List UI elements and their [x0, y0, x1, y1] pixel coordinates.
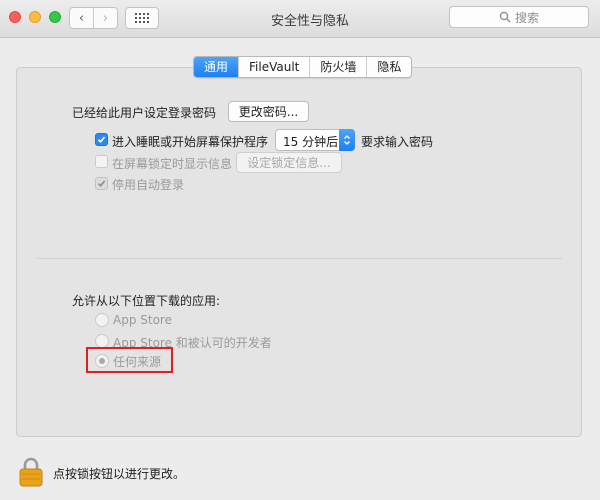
password-delay-select[interactable]: 15 分钟后 [275, 129, 355, 151]
close-window-button[interactable] [9, 11, 21, 23]
disable-auto-login-checkbox[interactable] [95, 177, 108, 190]
radio-app-store-label: App Store [113, 313, 172, 327]
highlight-box [86, 347, 173, 373]
require-password-label: 进入睡眠或开始屏幕保护程序 [112, 135, 269, 149]
radio-identified-developers[interactable] [95, 334, 109, 348]
password-delay-value: 15 分钟后 [283, 135, 339, 149]
back-button[interactable]: ‹ [70, 8, 94, 28]
show-message-checkbox[interactable] [95, 155, 108, 168]
search-placeholder: 搜索 [514, 10, 539, 25]
tab-bar: 通用 FileVault 防火墙 隐私 [193, 56, 413, 78]
tab-general[interactable]: 通用 [194, 57, 239, 77]
lock-icon[interactable] [18, 456, 44, 491]
show-message-label: 在屏幕锁定时显示信息 [112, 157, 233, 171]
downloads-heading: 允许从以下位置下载的应用: [72, 294, 221, 308]
window-title: 安全性与隐私 [270, 14, 349, 29]
search-icon [499, 11, 511, 23]
forward-button[interactable]: › [94, 8, 117, 28]
password-set-label: 已经给此用户设定登录密码 [72, 106, 217, 120]
tab-filevault[interactable]: FileVault [238, 57, 309, 77]
tab-firewall[interactable]: 防火墙 [309, 57, 366, 77]
title-bar: ‹ › 安全性与隐私 搜索 [0, 0, 600, 38]
set-lock-message-button[interactable]: 设定锁定信息... [236, 152, 342, 173]
tab-privacy[interactable]: 隐私 [366, 57, 411, 77]
show-all-button[interactable] [125, 7, 159, 29]
change-password-button[interactable]: 更改密码... [228, 101, 309, 122]
require-password-suffix: 要求输入密码 [361, 135, 434, 149]
require-password-checkbox[interactable] [95, 133, 108, 146]
nav-group: ‹ › [69, 7, 118, 29]
section-divider [37, 258, 562, 259]
checkmark-icon [97, 136, 106, 144]
disable-auto-login-label: 停用自动登录 [112, 178, 185, 192]
minimize-window-button[interactable] [29, 11, 41, 23]
lock-hint-text: 点按锁按钮以进行更改。 [53, 467, 186, 481]
zoom-window-button[interactable] [49, 11, 61, 23]
chevron-up-down-icon [339, 129, 355, 151]
general-panel [16, 67, 582, 437]
checkmark-icon [97, 180, 106, 187]
radio-app-store[interactable] [95, 313, 109, 327]
search-field[interactable]: 搜索 [449, 6, 589, 28]
grid-icon [135, 13, 149, 23]
